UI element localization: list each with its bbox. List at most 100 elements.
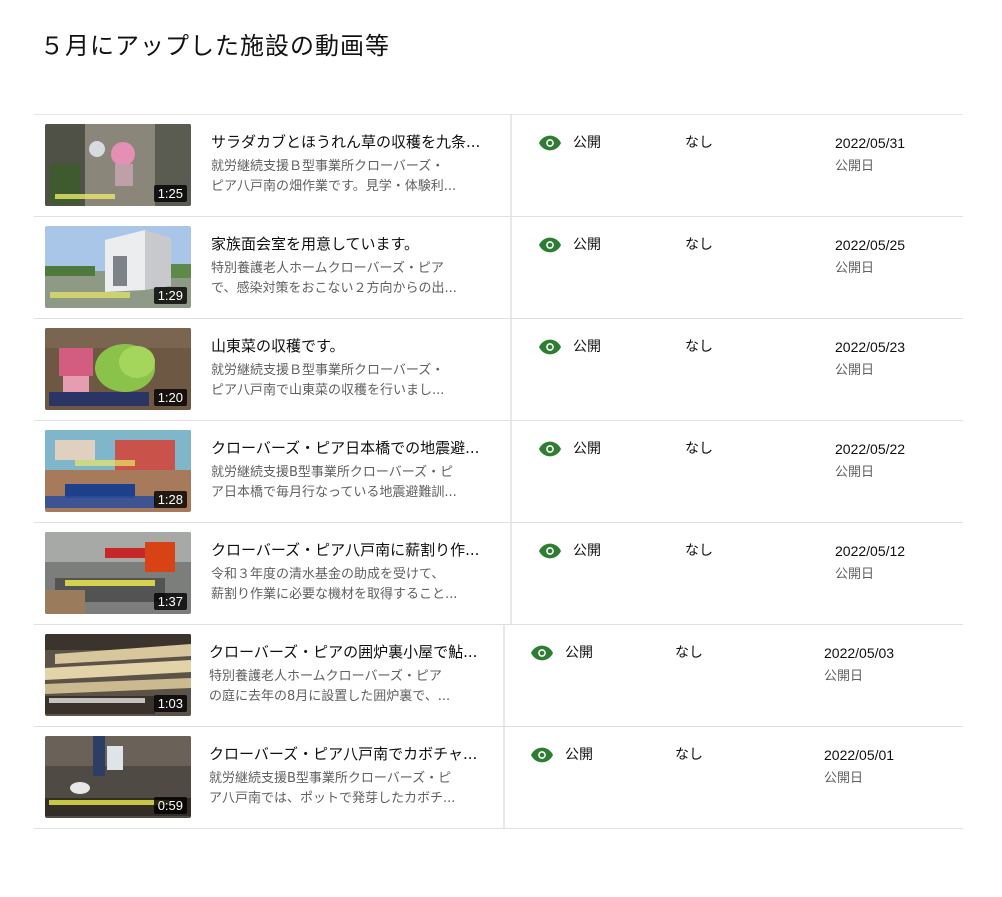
publish-date-label: 公開日 <box>835 261 875 276</box>
restriction-status: なし <box>685 543 713 559</box>
video-thumbnail[interactable]: 1:03 <box>45 634 191 716</box>
video-description-line: ピア八戸南で山東菜の収穫を行いまし... <box>211 383 445 398</box>
video-duration: 1:37 <box>153 593 187 610</box>
video-title[interactable]: クローバーズ・ピア八戸南でカボチャ... <box>209 744 489 764</box>
publish-date-label: 公開日 <box>835 465 875 480</box>
video-description-line: 特別養護老人ホームクローバーズ・ピア <box>209 669 442 684</box>
video-row[interactable]: 1:37 クローバーズ・ピア八戸南に薪割り作... 令和３年度の清水基金の助成を… <box>34 523 963 625</box>
publish-date-label: 公開日 <box>824 771 864 786</box>
video-title[interactable]: 山東菜の収穫です。 <box>211 336 491 356</box>
column-divider <box>503 625 505 726</box>
visibility-label: 公開 <box>573 339 601 355</box>
video-row[interactable]: 1:25 サラダカブとほうれん草の収穫を九条... 就労継続支援Ｂ型事業所クロー… <box>34 115 963 217</box>
publish-date: 2022/05/31 <box>835 135 906 151</box>
publish-date-label: 公開日 <box>835 567 875 582</box>
video-title[interactable]: クローバーズ・ピアの囲炉裏小屋で鮎... <box>209 642 489 662</box>
video-title[interactable]: 家族面会室を用意しています。 <box>211 234 491 254</box>
visibility-status[interactable]: 公開 <box>531 745 593 765</box>
page-title: ５月にアップした施設の動画等 <box>40 32 390 60</box>
restriction-status: なし <box>675 645 703 661</box>
video-thumbnail[interactable]: 1:28 <box>45 430 191 512</box>
video-duration: 1:28 <box>153 491 187 508</box>
video-description-line: 就労継続支援B型事業所クローバーズ・ピ <box>211 465 454 480</box>
video-description: 就労継続支援B型事業所クローバーズ・ピ ア八戸南では、ポットで発芽したカボチ..… <box>209 769 489 809</box>
column-divider <box>503 727 505 828</box>
video-thumbnail[interactable]: 1:25 <box>45 124 191 206</box>
video-description: 就労継続支援B型事業所クローバーズ・ピ ア日本橋で毎月行なっている地震避難訓..… <box>211 463 491 503</box>
video-description-line: 薪割り作業に必要な機材を取得すること... <box>211 587 458 602</box>
eye-icon <box>531 645 553 661</box>
video-description: 特別養護老人ホームクローバーズ・ピア の庭に去年の8月に設置した囲炉裏で、... <box>209 667 489 707</box>
video-duration: 1:20 <box>153 389 187 406</box>
publish-date: 2022/05/23 <box>835 339 906 355</box>
publish-date: 2022/05/01 <box>824 747 895 763</box>
video-duration: 1:03 <box>153 695 187 712</box>
visibility-label: 公開 <box>565 645 593 661</box>
video-description-line: で、感染対策をおこない２方向からの出... <box>211 281 457 296</box>
video-row[interactable]: 1:28 クローバーズ・ピア日本橋での地震避... 就労継続支援B型事業所クロー… <box>34 421 963 523</box>
visibility-status[interactable]: 公開 <box>539 439 601 459</box>
video-duration: 0:59 <box>153 797 187 814</box>
video-row[interactable]: 1:20 山東菜の収穫です。 就労継続支援Ｂ型事業所クローバーズ・ ピア八戸南で… <box>34 319 963 421</box>
visibility-status[interactable]: 公開 <box>531 643 593 663</box>
publish-date-label: 公開日 <box>835 363 875 378</box>
visibility-status[interactable]: 公開 <box>539 541 601 561</box>
video-list: 1:25 サラダカブとほうれん草の収穫を九条... 就労継続支援Ｂ型事業所クロー… <box>34 114 963 829</box>
video-thumbnail[interactable]: 1:29 <box>45 226 191 308</box>
video-description: 令和３年度の清水基金の助成を受けて、 薪割り作業に必要な機材を取得すること... <box>211 565 491 605</box>
visibility-label: 公開 <box>573 237 601 253</box>
eye-icon <box>539 135 561 151</box>
visibility-label: 公開 <box>565 747 593 763</box>
eye-icon <box>539 339 561 355</box>
publish-date: 2022/05/22 <box>835 441 906 457</box>
video-title[interactable]: クローバーズ・ピア日本橋での地震避... <box>211 438 491 458</box>
visibility-status[interactable]: 公開 <box>539 133 601 153</box>
video-description-line: ピア八戸南の畑作業です。見学・体験利... <box>211 179 457 194</box>
video-description: 就労継続支援Ｂ型事業所クローバーズ・ ピア八戸南の畑作業です。見学・体験利... <box>211 157 491 197</box>
eye-icon <box>539 237 561 253</box>
video-description-line: 就労継続支援Ｂ型事業所クローバーズ・ <box>211 159 445 174</box>
column-divider <box>510 523 512 624</box>
video-description-line: 就労継続支援B型事業所クローバーズ・ピ <box>209 771 452 786</box>
visibility-status[interactable]: 公開 <box>539 235 601 255</box>
eye-icon <box>539 441 561 457</box>
video-duration: 1:29 <box>153 287 187 304</box>
publish-date-label: 公開日 <box>824 669 864 684</box>
video-description-line: 就労継続支援Ｂ型事業所クローバーズ・ <box>211 363 445 378</box>
video-thumbnail[interactable]: 1:37 <box>45 532 191 614</box>
publish-date: 2022/05/12 <box>835 543 906 559</box>
restriction-status: なし <box>675 747 703 763</box>
visibility-label: 公開 <box>573 441 601 457</box>
eye-icon <box>531 747 553 763</box>
publish-date: 2022/05/03 <box>824 645 895 661</box>
column-divider <box>510 421 512 522</box>
restriction-status: なし <box>685 339 713 355</box>
visibility-status[interactable]: 公開 <box>539 337 601 357</box>
visibility-label: 公開 <box>573 543 601 559</box>
video-description: 就労継続支援Ｂ型事業所クローバーズ・ ピア八戸南で山東菜の収穫を行いまし... <box>211 361 491 401</box>
restriction-status: なし <box>685 237 713 253</box>
column-divider <box>510 217 512 318</box>
restriction-status: なし <box>685 135 713 151</box>
publish-date: 2022/05/25 <box>835 237 906 253</box>
column-divider <box>510 115 512 216</box>
video-description-line: ア日本橋で毎月行なっている地震避難訓... <box>211 485 457 500</box>
video-description-line: 令和３年度の清水基金の助成を受けて、 <box>211 567 445 582</box>
video-description: 特別養護老人ホームクローバーズ・ピア で、感染対策をおこない２方向からの出... <box>211 259 491 299</box>
video-thumbnail[interactable]: 1:20 <box>45 328 191 410</box>
video-row[interactable]: 1:03 クローバーズ・ピアの囲炉裏小屋で鮎... 特別養護老人ホームクローバー… <box>34 625 963 727</box>
video-row[interactable]: 1:29 家族面会室を用意しています。 特別養護老人ホームクローバーズ・ピア で… <box>34 217 963 319</box>
video-row[interactable]: 0:59 クローバーズ・ピア八戸南でカボチャ... 就労継続支援B型事業所クロー… <box>34 727 963 829</box>
visibility-label: 公開 <box>573 135 601 151</box>
restriction-status: なし <box>685 441 713 457</box>
video-description-line: ア八戸南では、ポットで発芽したカボチ... <box>209 791 456 806</box>
column-divider <box>510 319 512 420</box>
video-duration: 1:25 <box>153 185 187 202</box>
publish-date-label: 公開日 <box>835 159 875 174</box>
video-thumbnail[interactable]: 0:59 <box>45 736 191 818</box>
video-description-line: 特別養護老人ホームクローバーズ・ピア <box>211 261 444 276</box>
video-title[interactable]: クローバーズ・ピア八戸南に薪割り作... <box>211 540 491 560</box>
video-title[interactable]: サラダカブとほうれん草の収穫を九条... <box>211 132 491 152</box>
video-description-line: の庭に去年の8月に設置した囲炉裏で、... <box>209 689 451 704</box>
eye-icon <box>539 543 561 559</box>
